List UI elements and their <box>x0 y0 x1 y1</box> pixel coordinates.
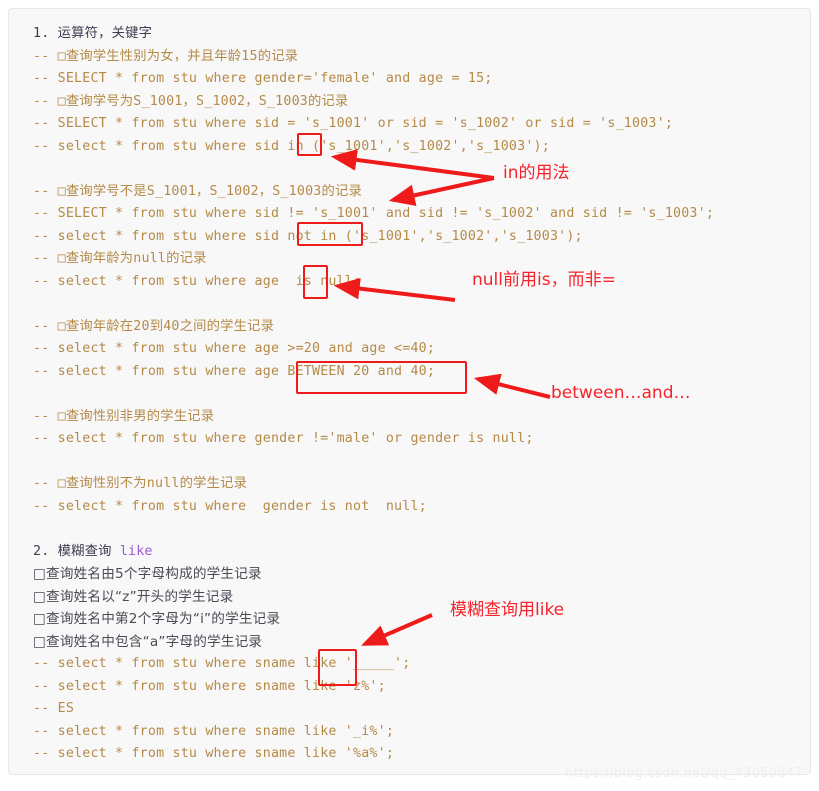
code-line: -- select * from stu where age >=20 and … <box>33 341 436 356</box>
code-line: -- select * from stu where age BETWEEN 2… <box>33 363 436 379</box>
code-line: -- □查询学生性别为女，并且年龄15的记录 <box>33 48 299 64</box>
code-line: -- □查询年龄为null的记录 <box>33 251 207 266</box>
code-line: -- □查询学号不是S_1001，S_1002，S_1003的记录 <box>33 183 362 199</box>
code-line: -- select * from stu where sname like '_… <box>33 723 395 739</box>
watermark: https://blog.csdn.net/qq_43050847 <box>564 766 803 781</box>
code-line: □查询姓名以“z”开头的学生记录 <box>33 588 234 605</box>
code-line: -- □查询学号为S_1001，S_1002，S_1003的记录 <box>33 93 349 109</box>
code-line-text: 2. 模糊查询 <box>33 543 120 559</box>
code-line: 2. 模糊查询 like <box>33 541 714 564</box>
code-line: 1. 运算符，关键字 <box>33 26 153 41</box>
annotation-label-in-usage: in的用法 <box>503 163 570 183</box>
code-line: □查询姓名由5个字母构成的学生记录 <box>33 566 262 582</box>
code-line: □查询姓名中包含“a”字母的学生记录 <box>33 633 263 650</box>
code-line: -- SELECT * from stu where sid = 's_1001… <box>33 116 674 131</box>
annotation-label-like-usage: 模糊查询用like <box>450 600 565 620</box>
code-line: -- SELECT * from stu where sid != 's_100… <box>33 206 715 221</box>
code-line: -- □查询性别不为null的学生记录 <box>33 476 248 491</box>
code-line: -- ES <box>33 701 75 716</box>
code-line: -- select * from stu where sid in ('s_10… <box>33 138 550 154</box>
screenshot-root: 1. 运算符，关键字 -- □查询学生性别为女，并且年龄15的记录 -- SELEC… <box>0 0 819 791</box>
code-line: -- □查询性别非男的学生记录 <box>33 408 215 424</box>
annotation-label-null-is-usage: null前用is，而非= <box>472 270 616 290</box>
code-line: □查询姓名中第2个字母为“i”的学生记录 <box>33 611 281 627</box>
code-line: -- select * from stu where gender is not… <box>33 498 427 514</box>
code-block-panel: 1. 运算符，关键字 -- □查询学生性别为女，并且年龄15的记录 -- SELEC… <box>8 8 811 775</box>
code-line: -- select * from stu where sid not in ('… <box>33 228 583 244</box>
sql-keyword: like <box>119 543 153 559</box>
code-line: -- select * from stu where sname like 'z… <box>33 678 386 694</box>
code-line: -- select * from stu where sname like '_… <box>33 656 411 671</box>
code-line: -- select * from stu where gender !='mal… <box>33 431 534 446</box>
code-line: -- SELECT * from stu where gender='femal… <box>33 71 493 86</box>
annotation-label-between-usage: between…and… <box>551 383 691 403</box>
code-line: -- □查询年龄在20到40之间的学生记录 <box>33 318 275 334</box>
code-line: -- select * from stu where sname like '%… <box>33 746 395 761</box>
